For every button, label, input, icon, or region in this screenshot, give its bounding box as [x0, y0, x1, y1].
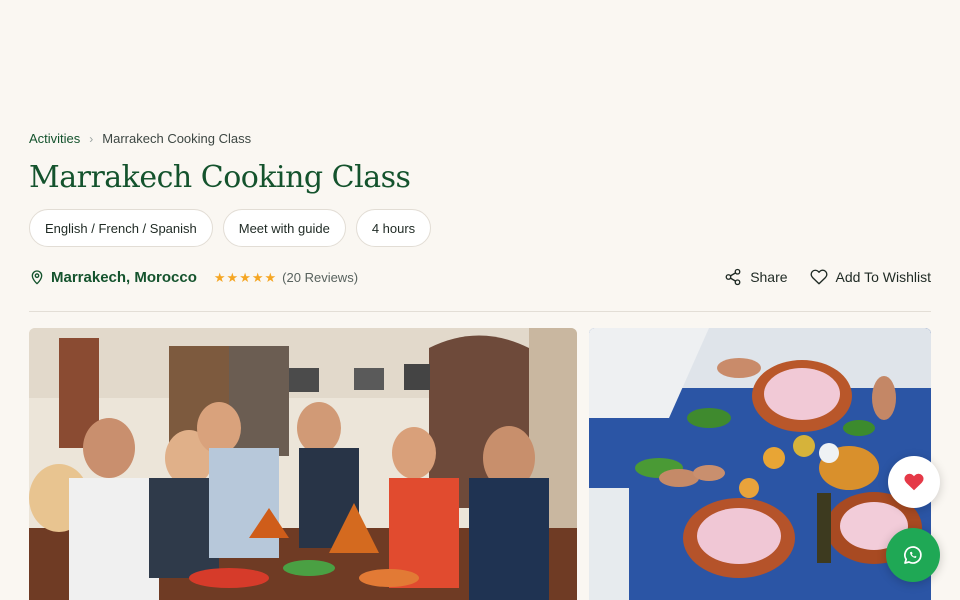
- add-to-wishlist-button[interactable]: Add To Wishlist: [810, 268, 931, 286]
- page-title: Marrakech Cooking Class: [29, 160, 411, 195]
- star-icon: ★: [226, 269, 239, 285]
- reviews-count[interactable]: (20 Reviews): [282, 270, 358, 285]
- star-icon: ★: [264, 269, 277, 285]
- star-icon: ★: [239, 269, 251, 285]
- wishlist-label: Add To Wishlist: [835, 269, 931, 285]
- location-label: Marrakech, Morocco: [51, 268, 197, 286]
- whatsapp-button[interactable]: [886, 528, 940, 582]
- photo-gallery: [29, 328, 931, 600]
- breadcrumb-activities-link[interactable]: Activities: [29, 131, 80, 146]
- share-button[interactable]: Share: [724, 268, 788, 286]
- wishlist-heart-button[interactable]: [888, 456, 940, 508]
- location[interactable]: Marrakech, Morocco: [29, 269, 197, 286]
- cooking-class-group-photo-art: [29, 328, 577, 600]
- star-icon: ★: [251, 269, 264, 285]
- heart-filled-icon: [904, 473, 924, 491]
- divider: [29, 311, 931, 312]
- map-pin-icon: [31, 270, 43, 285]
- tagine-table-photo[interactable]: [589, 328, 931, 600]
- breadcrumb: Activities › Marrakech Cooking Class: [29, 131, 251, 146]
- rating-stars: ★ ★ ★ ★ ★ (20 Reviews): [214, 270, 358, 285]
- breadcrumb-separator: ›: [89, 131, 94, 146]
- share-label: Share: [750, 269, 788, 285]
- meta-row: Marrakech, Morocco ★ ★ ★ ★ ★ (20 Reviews…: [29, 264, 931, 290]
- page-actions: Share Add To Wishlist: [724, 268, 931, 286]
- heart-outline-icon: [810, 269, 828, 285]
- feature-chips: English / French / Spanish Meet with gui…: [29, 209, 432, 247]
- star-icon: ★: [213, 269, 226, 285]
- chip-duration: 4 hours: [355, 209, 432, 247]
- share-icon: [725, 268, 741, 286]
- chip-meeting: Meet with guide: [222, 209, 346, 247]
- whatsapp-icon: [904, 546, 922, 564]
- breadcrumb-current: Marrakech Cooking Class: [102, 131, 252, 146]
- chip-languages: English / French / Spanish: [29, 209, 213, 247]
- tagine-table-photo-art: [589, 328, 931, 600]
- cooking-class-group-photo[interactable]: [29, 328, 577, 600]
